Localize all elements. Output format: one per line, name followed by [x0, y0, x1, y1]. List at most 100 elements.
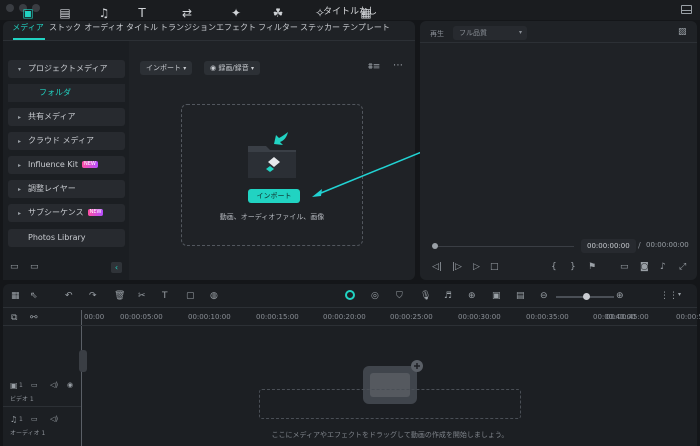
crop-icon[interactable]: ▢ [186, 291, 195, 301]
redo-icon[interactable]: ↷ [89, 291, 97, 301]
zoom-slider-handle[interactable] [583, 293, 590, 300]
ruler-tick: 00:00:30:00 [458, 313, 501, 321]
quality-dropdown[interactable]: フル品質 ▾ [453, 26, 527, 40]
transition-icon: ⇄ [181, 6, 193, 20]
tab-sticker[interactable]: ✧ ステッカー [300, 6, 340, 36]
tab-title[interactable]: T タイトル [126, 6, 158, 36]
stock-icon: ▤ [59, 6, 71, 20]
collapse-sidebar-button[interactable]: ‹ [111, 262, 122, 273]
new-badge: NEW [82, 161, 98, 168]
sidebar-item-adjustment-layer[interactable]: ▸ 調整レイヤー [8, 180, 125, 198]
sidebar-item-folder[interactable]: フォルダ [8, 84, 125, 102]
track-options-icon[interactable]: ⋮⋮ [660, 291, 678, 301]
fullscreen-icon[interactable]: ⤢ [679, 262, 686, 272]
chevron-down-icon[interactable]: ▾ [678, 291, 681, 298]
track-divider [3, 406, 81, 407]
text-icon[interactable]: T [162, 291, 168, 301]
folder-icon[interactable]: ▭ [31, 415, 38, 423]
total-time: 00:00:00:00 [646, 241, 689, 249]
import-dropdown[interactable]: インポート ▾ [140, 61, 193, 75]
sidebar-item-subsequence[interactable]: ▸ サブシーケンス NEW [8, 204, 125, 222]
playhead-handle[interactable] [79, 350, 87, 372]
title-icon: T [138, 6, 146, 20]
tab-audio[interactable]: ♫ オーディオ [84, 6, 124, 36]
storyboard-icon[interactable]: ▤ [516, 291, 525, 301]
sticker-icon: ✧ [314, 6, 326, 20]
stop-icon[interactable]: □ [490, 262, 499, 272]
eye-icon[interactable]: ◉ [67, 381, 73, 389]
sidebar-item-project-media[interactable]: ▾ プロジェクトメディア [8, 60, 125, 78]
video-track-number: 1 [19, 382, 23, 389]
current-time: 00:00:00:00 [581, 239, 636, 253]
tab-transition[interactable]: ⇄ トランジション [160, 6, 216, 36]
import-button[interactable]: インポート [248, 189, 300, 203]
playback-scrubber[interactable] [436, 246, 574, 247]
microphone-icon[interactable]: 🎙 [420, 291, 431, 301]
snap-icon[interactable] [345, 290, 355, 300]
undo-icon[interactable]: ↶ [65, 291, 73, 301]
sidebar-item-photos-library[interactable]: Photos Library [8, 229, 125, 247]
zoom-in-icon[interactable]: ⊕ [616, 291, 624, 301]
sidebar-item-cloud-media[interactable]: ▸ クラウド メディア [8, 132, 125, 150]
link-icon[interactable]: ⚯ [30, 313, 38, 323]
ai-tools-icon[interactable]: ⊕ [468, 291, 476, 301]
display-icon[interactable]: ▭ [620, 262, 629, 272]
timeline-divider [3, 307, 697, 308]
record-dropdown-label: 録画/録音 [218, 64, 249, 72]
mute-icon[interactable]: ◁) [50, 415, 58, 423]
record-dropdown[interactable]: ◉ 録画/録音 ▾ [204, 61, 260, 75]
scrubber-handle[interactable] [432, 243, 438, 249]
tab-template[interactable]: ▦ テンプレート [342, 6, 390, 36]
play-icon[interactable]: ▷ [473, 262, 480, 272]
audio-track-label: オーディオ 1 [10, 430, 46, 437]
chevron-down-icon: ▾ [518, 29, 522, 36]
preview-divider [420, 42, 697, 43]
ruler-tick: 00:00:50 [676, 313, 700, 321]
ruler-tick: 00:00:35:00 [526, 313, 569, 321]
volume-icon[interactable]: ♪ [660, 262, 666, 272]
new-folder-icon[interactable]: ▭ [10, 262, 19, 272]
folder-import-icon [248, 132, 296, 178]
tab-transition-label: トランジション [160, 23, 216, 32]
tab-effect[interactable]: ✦ エフェクト [216, 6, 256, 36]
layout-grid-icon[interactable]: ▦ [11, 291, 20, 301]
keyframe-icon[interactable]: ▣ [492, 291, 501, 301]
audio-edit-icon[interactable]: ♬ [444, 291, 452, 301]
sidebar-item-shared-media[interactable]: ▸ 共有メディア [8, 108, 125, 126]
delete-icon[interactable]: 🗑 [114, 291, 125, 301]
select-tool-icon[interactable]: ⇖ [30, 291, 38, 301]
tab-sticker-label: ステッカー [300, 23, 340, 32]
zoom-out-icon[interactable]: ⊖ [540, 291, 548, 301]
tab-stock[interactable]: ▤ ストック [48, 6, 82, 36]
tab-stock-label: ストック [49, 23, 81, 32]
sidebar-item-label: クラウド メディア [28, 136, 94, 145]
player-label: 再生 [430, 30, 444, 38]
ruler-tick: 00:00 [84, 313, 105, 321]
render-icon[interactable]: ◎ [371, 291, 379, 301]
mute-icon[interactable]: ◁) [50, 381, 58, 389]
tab-filter[interactable]: ☘ フィルター [258, 6, 298, 36]
folder-icon[interactable]: ▭ [30, 262, 39, 272]
snapshot-icon[interactable]: ▨ [678, 27, 687, 37]
mark-out-icon[interactable]: } [570, 262, 576, 272]
filter-sort-icon[interactable]: ⩩≡ [368, 62, 380, 72]
split-icon[interactable]: ✂ [138, 291, 146, 301]
camera-icon[interactable]: ◙ [640, 262, 649, 272]
tab-template-label: テンプレート [342, 23, 390, 32]
folder-icon[interactable]: ▭ [31, 381, 38, 389]
marker-icon[interactable]: ⚑ [588, 262, 596, 272]
step-back-icon[interactable]: |▷ [452, 262, 462, 272]
mark-in-icon[interactable]: { [551, 262, 557, 272]
previous-frame-icon[interactable]: ◁| [432, 262, 442, 272]
timeline-drop-zone[interactable] [259, 389, 521, 419]
tab-media[interactable]: ▣ メディア [10, 6, 46, 36]
color-icon[interactable]: ◍ [210, 291, 218, 301]
layout-icon[interactable] [681, 5, 692, 14]
add-track-icon[interactable]: ⧉ [11, 313, 17, 323]
shield-icon[interactable]: ⛉ [396, 291, 403, 301]
ruler-tick: 00:00:15:00 [256, 313, 299, 321]
chevron-right-icon: ▸ [18, 162, 22, 169]
sidebar-item-influence-kit[interactable]: ▸ Influence Kit NEW [8, 156, 125, 174]
more-options-icon[interactable]: ⋯ [393, 60, 403, 71]
timeline-panel [3, 284, 697, 446]
